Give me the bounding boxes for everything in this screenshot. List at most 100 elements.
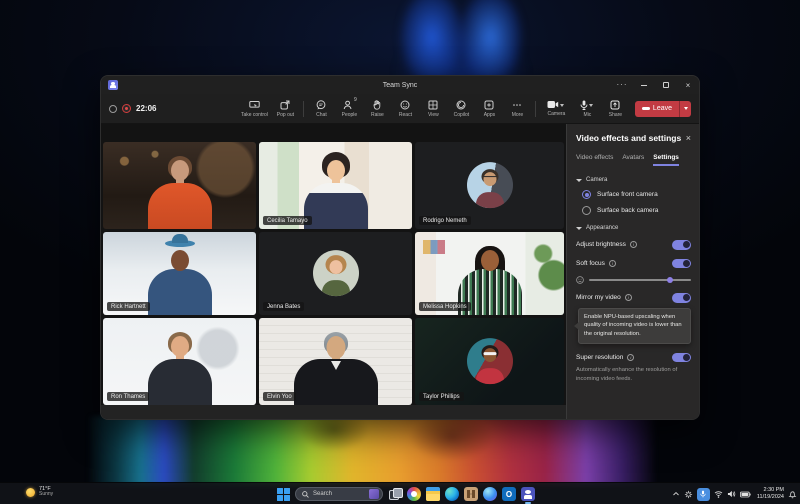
radio-selected-icon[interactable]: [582, 190, 591, 199]
video-tile[interactable]: [103, 142, 256, 229]
camera-button[interactable]: Camera: [540, 100, 573, 117]
tab-settings[interactable]: Settings: [653, 154, 679, 166]
battery-icon[interactable]: [740, 491, 751, 498]
camera-section-header[interactable]: Camera: [576, 177, 691, 183]
window-close-button[interactable]: ×: [677, 76, 699, 94]
slider-thumb[interactable]: [667, 277, 673, 283]
timer-icon: [109, 105, 117, 113]
edge-browser-icon[interactable]: [445, 487, 459, 501]
apps-button[interactable]: Apps: [476, 100, 503, 118]
soft-focus-slider[interactable]: [589, 279, 691, 281]
chat-button[interactable]: Chat: [308, 100, 335, 118]
people-button[interactable]: 9 People: [336, 100, 363, 118]
start-button[interactable]: [277, 488, 290, 501]
panel-close-icon[interactable]: ×: [686, 134, 691, 142]
more-button[interactable]: More: [504, 100, 531, 118]
video-tile[interactable]: Rick Hartnett: [103, 232, 256, 315]
system-tray: 2:30 PM 11/19/2024: [672, 483, 797, 504]
volume-icon[interactable]: [727, 490, 736, 498]
radio-back-camera[interactable]: Surface back camera: [582, 206, 691, 215]
soft-focus-toggle[interactable]: [672, 259, 691, 269]
mirror-video-toggle[interactable]: [672, 293, 691, 303]
chevron-down-icon: [576, 179, 582, 182]
tab-avatars[interactable]: Avatars: [622, 154, 644, 166]
raise-hand-button[interactable]: Raise: [364, 100, 391, 118]
tab-video-effects[interactable]: Video effects: [576, 154, 613, 166]
toolbar-divider: [303, 101, 304, 117]
video-tile[interactable]: Ron Thames: [103, 318, 256, 405]
react-icon: [400, 100, 410, 110]
view-button[interactable]: View: [420, 100, 447, 118]
take-control-button[interactable]: Take control: [238, 100, 271, 118]
office-app-icon[interactable]: [464, 487, 478, 501]
panel-title: Video effects and settings: [576, 133, 681, 143]
wifi-icon[interactable]: [714, 490, 723, 498]
take-control-icon: [249, 100, 260, 110]
react-button[interactable]: React: [392, 100, 419, 118]
soft-focus-row: Soft focus i: [576, 259, 691, 269]
radio-unselected-icon[interactable]: [582, 206, 591, 215]
copilot-app-icon[interactable]: [483, 487, 497, 501]
mic-icon: [580, 100, 588, 110]
mic-button[interactable]: Mic: [574, 100, 601, 118]
video-tile[interactable]: Elvin Yoo: [259, 318, 412, 405]
tray-chevron-up-icon[interactable]: [672, 490, 680, 498]
desktop: Team Sync ··· × 22:06 Take control: [0, 0, 800, 504]
info-icon[interactable]: i: [625, 294, 632, 301]
sun-icon: [26, 488, 35, 497]
super-resolution-toggle[interactable]: [672, 353, 691, 363]
teams-app-icon[interactable]: [521, 487, 535, 501]
copilot-button[interactable]: Copilot: [448, 100, 475, 118]
people-count-badge: 9: [354, 97, 357, 107]
video-tile[interactable]: Cecilia Tamayo: [259, 142, 412, 229]
weather-widget[interactable]: 71°F Sunny: [26, 486, 53, 498]
recording-icon: [122, 104, 131, 113]
copilot-icon: [456, 100, 466, 110]
sunglasses-icon: [483, 352, 496, 355]
adjust-brightness-toggle[interactable]: [672, 240, 691, 250]
video-tile[interactable]: Jenna Bates: [259, 232, 412, 315]
appearance-section-header[interactable]: Appearance: [576, 225, 691, 231]
leave-dropdown-button[interactable]: [679, 101, 691, 117]
camera-dropdown-icon[interactable]: [560, 104, 564, 107]
outlook-app-icon[interactable]: [502, 487, 516, 501]
meeting-timer: 22:06: [136, 104, 156, 113]
apps-icon: [484, 100, 494, 110]
search-input[interactable]: Search: [295, 487, 383, 501]
search-placeholder: Search: [313, 491, 365, 497]
search-highlight-icon[interactable]: [369, 489, 379, 499]
info-icon[interactable]: i: [630, 241, 637, 248]
super-resolution-tooltip: Enable NPU-based upscaling when quality …: [578, 308, 691, 344]
super-resolution-row: Super resolution i: [576, 353, 691, 363]
info-icon[interactable]: i: [627, 354, 634, 361]
window-maximize-button[interactable]: [655, 76, 677, 94]
clock[interactable]: 2:30 PM 11/19/2024: [757, 487, 784, 500]
share-button[interactable]: Share: [602, 100, 629, 118]
pop-out-button[interactable]: Pop out: [272, 100, 299, 118]
mic-dropdown-icon[interactable]: [589, 104, 593, 107]
file-explorer-icon[interactable]: [426, 487, 440, 501]
stage-bottom-bar: [101, 405, 566, 419]
window-more-button[interactable]: ···: [611, 76, 633, 94]
view-icon: [428, 100, 438, 110]
video-tile[interactable]: Rodrigo Nemeth: [415, 142, 564, 229]
radio-front-camera[interactable]: Surface front camera: [582, 190, 691, 199]
video-tile[interactable]: Taylor Phillips: [415, 318, 564, 405]
task-view-button[interactable]: [388, 487, 402, 501]
tray-settings-icon[interactable]: [684, 490, 693, 499]
participant-name: Elvin Yoo: [263, 392, 296, 401]
share-icon: [610, 100, 620, 110]
video-tile[interactable]: Melissa Hopkins: [415, 232, 564, 315]
clock-time: 2:30 PM: [757, 487, 784, 494]
leave-button[interactable]: Leave: [635, 101, 691, 117]
participant-video: [103, 142, 256, 229]
clock-date: 11/19/2024: [757, 494, 784, 501]
window-minimize-button[interactable]: [633, 76, 655, 94]
participant-name: Rick Hartnett: [107, 302, 150, 311]
avatar: [467, 338, 513, 384]
photos-app-icon[interactable]: [407, 487, 421, 501]
video-grid: Cecilia Tamayo Rodrigo Nemeth Rick Hartn…: [103, 142, 564, 405]
notification-bell-icon[interactable]: [788, 490, 797, 499]
tray-microphone-indicator[interactable]: [697, 488, 710, 501]
info-icon[interactable]: i: [609, 260, 616, 267]
